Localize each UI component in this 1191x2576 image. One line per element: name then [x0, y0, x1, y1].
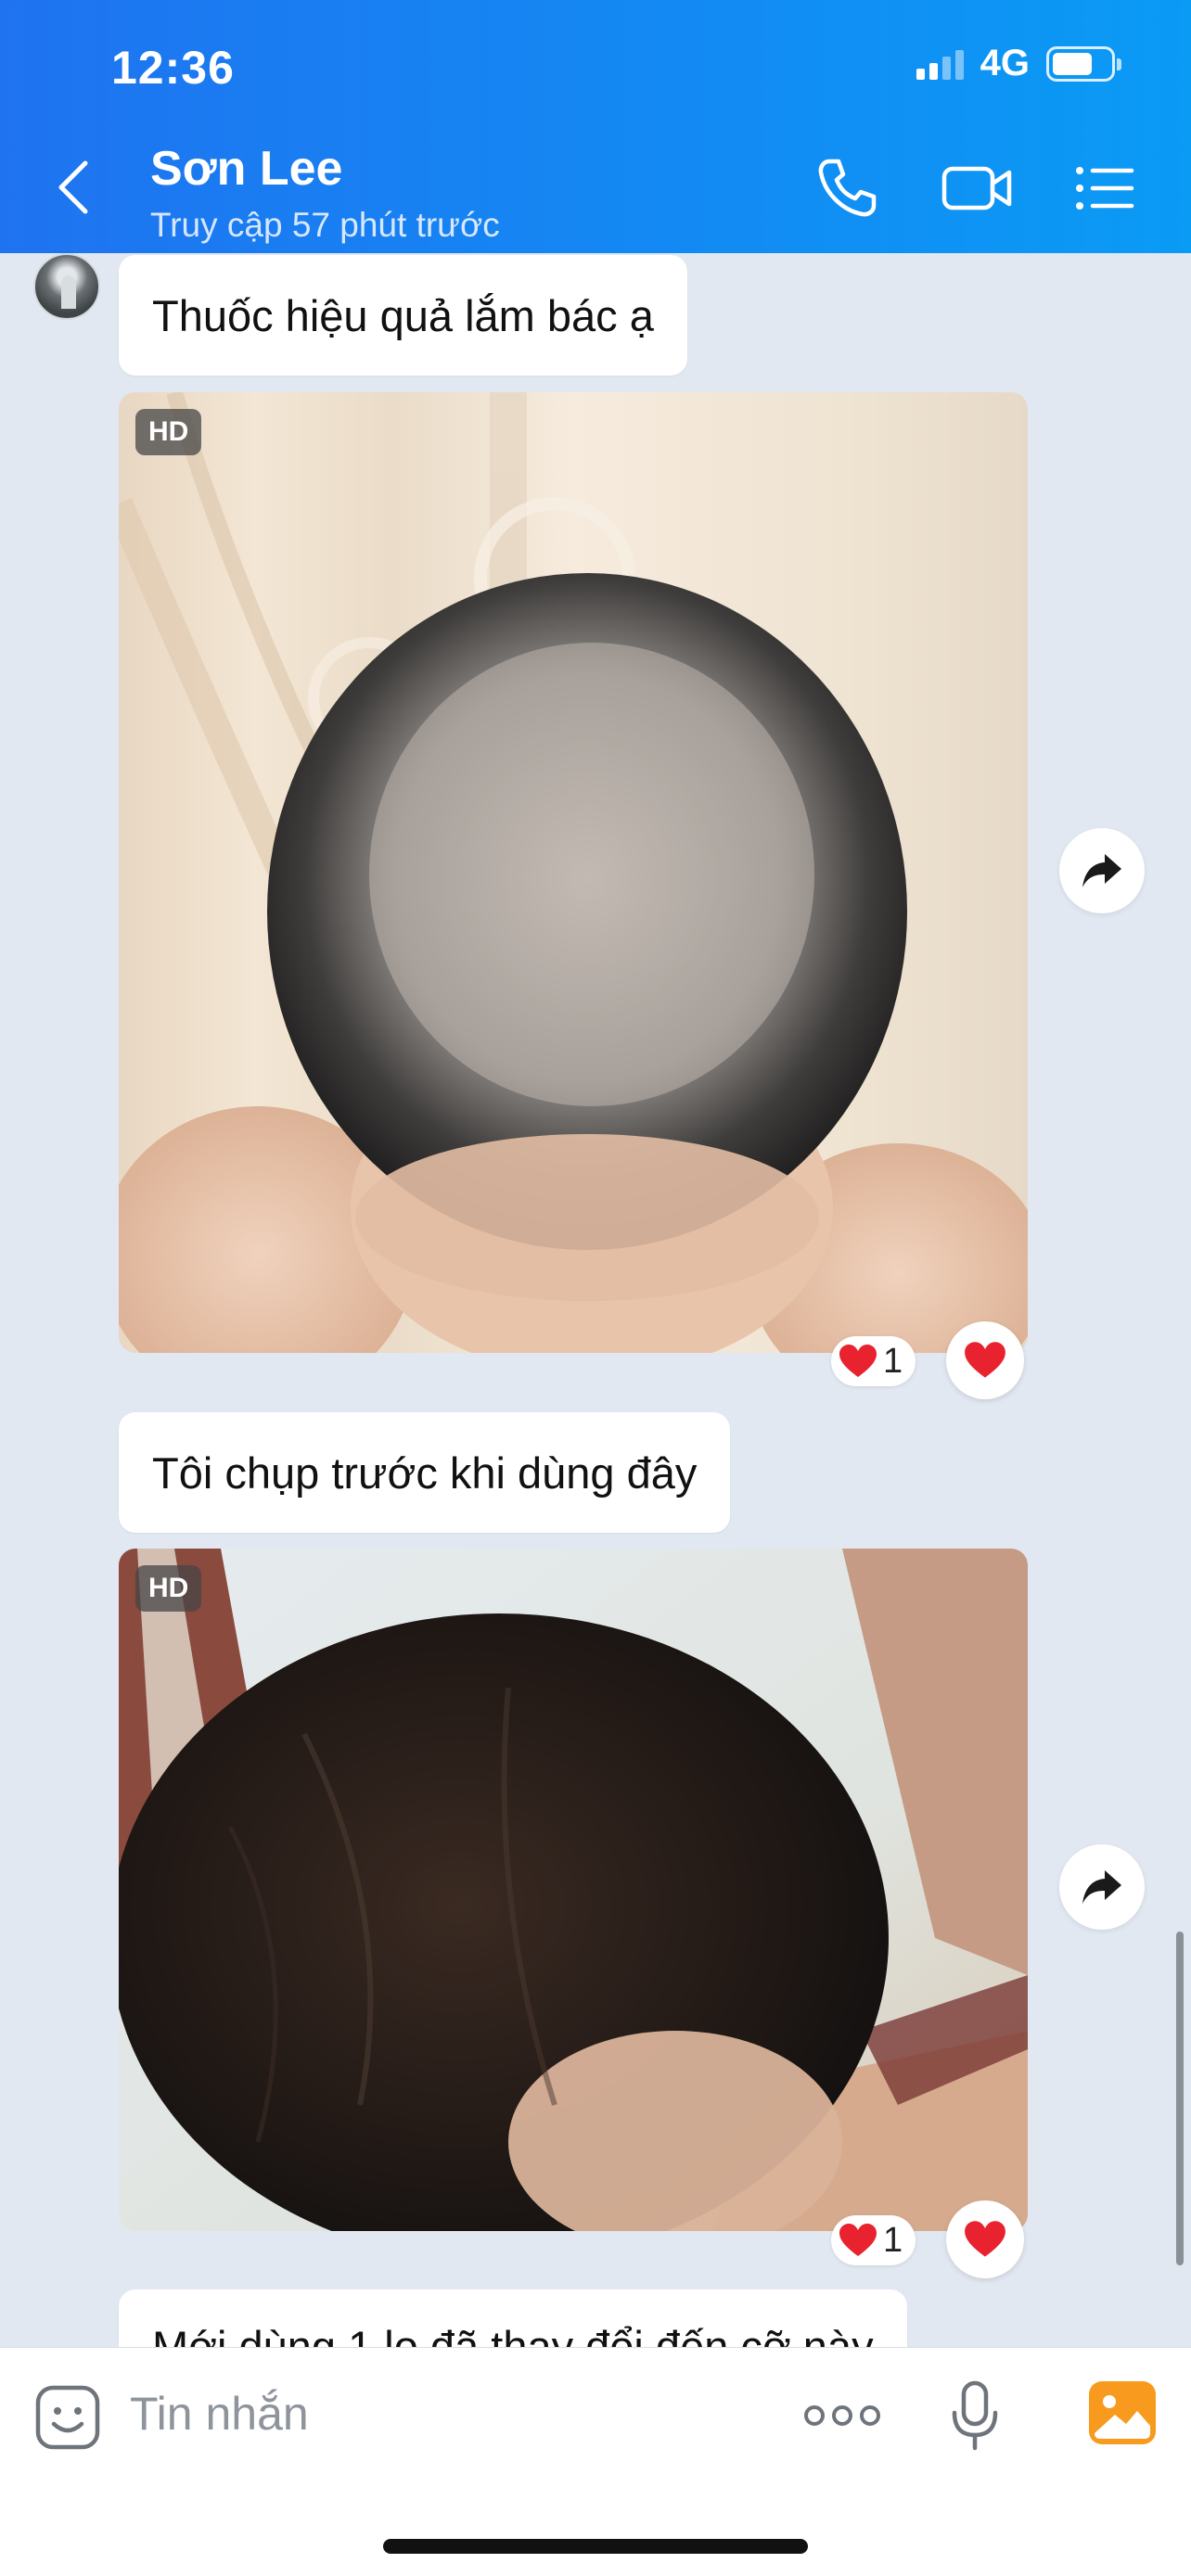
more-dots-icon — [804, 2405, 880, 2426]
image-gallery-icon — [1089, 2381, 1156, 2444]
home-indicator[interactable] — [383, 2539, 808, 2554]
microphone-icon — [952, 2380, 998, 2451]
react-button[interactable] — [946, 2200, 1024, 2278]
signal-icon — [916, 48, 964, 80]
voice-button[interactable] — [950, 2379, 1000, 2458]
share-arrow-icon — [1082, 854, 1121, 887]
reaction-count: 1 — [883, 2220, 903, 2260]
reaction-summary[interactable]: 1 — [831, 1336, 916, 1386]
message-image[interactable]: HD — [119, 1549, 1028, 2231]
video-call-icon — [941, 166, 1012, 210]
message-bubble[interactable]: Mới dùng 1 lọ đã thay đổi đến cỡ này — [119, 2289, 907, 2347]
hd-badge: HD — [135, 1565, 202, 1612]
status-time: 12:36 — [111, 42, 235, 94]
reaction-summary[interactable]: 1 — [831, 2215, 916, 2265]
battery-icon — [1046, 45, 1121, 82]
heart-icon — [839, 2224, 877, 2256]
back-button[interactable] — [54, 158, 109, 223]
message-image[interactable]: HD — [119, 392, 1028, 1353]
scrollbar[interactable] — [1176, 1932, 1184, 2265]
react-button[interactable] — [946, 1321, 1024, 1399]
message-text: Tôi chụp trước khi dùng đây — [152, 1447, 698, 1498]
phone-icon — [818, 159, 877, 217]
contact-name[interactable]: Sơn Lee — [150, 141, 342, 197]
heart-icon — [839, 1345, 877, 1377]
forward-button[interactable] — [1059, 828, 1145, 913]
message-list[interactable]: Thuốc hiệu quả lắm bác ạ HD 1 Tôi chụp t… — [0, 253, 1191, 2347]
sticker-button[interactable] — [33, 2383, 102, 2456]
avatar[interactable] — [33, 253, 100, 320]
scalp-before-photo — [119, 392, 1028, 1353]
message-bubble[interactable]: Thuốc hiệu quả lắm bác ạ — [119, 255, 687, 376]
status-indicators: 4G — [916, 43, 1121, 84]
emoji-sticker-icon — [35, 2385, 100, 2450]
call-button[interactable] — [814, 156, 879, 225]
chat-header: 12:36 4G Sơn Lee Truy cập 57 phút trước — [0, 0, 1191, 253]
message-input[interactable]: Tin nhắn — [130, 2387, 309, 2441]
contact-last-seen: Truy cập 57 phút trước — [150, 206, 500, 244]
heart-icon — [965, 2221, 1005, 2257]
options-menu-button[interactable] — [1074, 156, 1135, 225]
send-image-button[interactable] — [1087, 2379, 1158, 2451]
heart-icon — [965, 1342, 1005, 1378]
message-text: Mới dùng 1 lọ đã thay đổi đến cỡ này — [152, 2322, 874, 2347]
list-menu-icon — [1076, 167, 1134, 210]
message-bubble[interactable]: Tôi chụp trước khi dùng đây — [119, 1412, 731, 1533]
message-text: Thuốc hiệu quả lắm bác ạ — [152, 290, 654, 340]
video-call-button[interactable] — [941, 156, 1015, 225]
share-arrow-icon — [1082, 1870, 1121, 1904]
back-chevron-icon — [58, 160, 88, 214]
forward-button[interactable] — [1059, 1844, 1145, 1930]
more-options-button[interactable] — [803, 2402, 881, 2434]
reaction-count: 1 — [883, 1341, 903, 1381]
network-type: 4G — [980, 43, 1030, 83]
scalp-after-photo — [119, 1549, 1028, 2231]
hd-badge: HD — [135, 409, 202, 455]
